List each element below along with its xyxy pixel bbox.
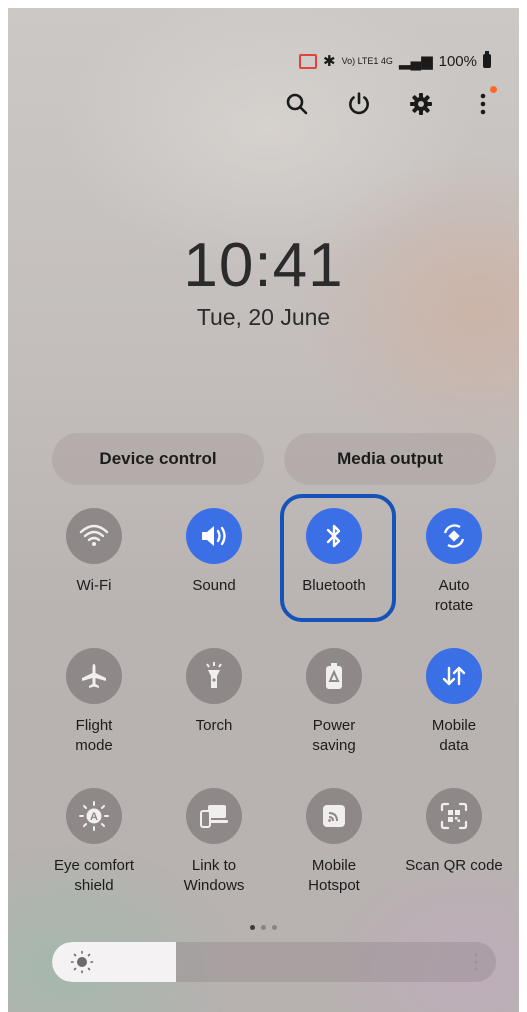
tile-sound[interactable]: Sound — [154, 508, 274, 596]
tile-torch[interactable]: Torch — [154, 648, 274, 736]
header-actions — [281, 86, 499, 120]
notification-dot — [490, 86, 497, 93]
brightness-slider[interactable] — [52, 942, 496, 982]
network-indicator: Vo) LTE1 4G — [341, 55, 393, 66]
tile-auto-rotate[interactable]: Auto rotate — [394, 508, 514, 616]
brightness-more-icon[interactable] — [474, 952, 478, 972]
tile-eye-comfort[interactable]: A Eye comfort shield — [34, 788, 154, 896]
clock-date: Tue, 20 June — [196, 304, 331, 330]
tile-label: Torch — [195, 717, 233, 734]
cast-icon — [298, 53, 317, 69]
signal-icon: ▂▄▆ — [398, 53, 433, 70]
link-windows-icon — [186, 788, 242, 844]
tile-label: Scan QR code — [405, 857, 503, 874]
tile-scan-qr[interactable]: Scan QR code — [394, 788, 514, 876]
tile-mobile-data[interactable]: Mobile data — [394, 648, 514, 756]
tile-label: Eye comfort shield — [53, 857, 135, 894]
svg-text:A: A — [90, 811, 98, 823]
more-vertical-icon[interactable] — [467, 86, 499, 120]
clock-time: 10:41 — [183, 231, 344, 300]
bluetooth-status-icon: ✱ — [322, 53, 336, 70]
tile-label: Link to Windows — [183, 857, 245, 894]
battery-icon — [483, 51, 491, 68]
settings-gear-icon[interactable] — [405, 88, 437, 120]
page-dot[interactable] — [250, 925, 255, 930]
tile-wifi[interactable]: Wi-Fi — [34, 508, 154, 596]
tile-label: Power saving — [312, 717, 356, 754]
tile-label: Flight mode — [75, 717, 113, 754]
tile-mobile-hotspot[interactable]: Mobile Hotspot — [274, 788, 394, 896]
airplane-icon — [66, 648, 122, 704]
tile-label: Auto rotate — [434, 577, 474, 614]
battery-percent: 100% — [438, 52, 477, 70]
hotspot-icon — [306, 788, 362, 844]
mobile-data-icon — [426, 648, 482, 704]
bluetooth-highlight-outline — [280, 494, 396, 622]
tile-link-to-windows[interactable]: Link to Windows — [154, 788, 274, 896]
wifi-icon — [66, 508, 122, 564]
page-dot[interactable] — [261, 925, 266, 930]
media-output-button[interactable]: Media output — [284, 433, 496, 485]
sound-icon — [186, 508, 242, 564]
search-icon[interactable] — [281, 88, 313, 120]
power-icon[interactable] — [343, 88, 375, 120]
status-bar: ✱ Vo) LTE1 4G ▂▄▆ 100% — [298, 51, 491, 70]
torch-icon — [186, 648, 242, 704]
eye-comfort-icon: A — [66, 788, 122, 844]
device-control-button[interactable]: Device control — [52, 433, 264, 485]
tile-flight-mode[interactable]: Flight mode — [34, 648, 154, 756]
quick-settings-panel: ✱ Vo) LTE1 4G ▂▄▆ 100% 10:41 Tue, 20 Jun… — [8, 8, 519, 1012]
qr-scan-icon — [426, 788, 482, 844]
sun-icon — [70, 950, 94, 974]
tile-label: Mobile Hotspot — [308, 857, 360, 894]
auto-rotate-icon — [426, 508, 482, 564]
tile-label: Wi-Fi — [76, 577, 112, 594]
tile-power-saving[interactable]: Power saving — [274, 648, 394, 756]
page-indicator — [8, 925, 519, 930]
page-dot[interactable] — [272, 925, 277, 930]
battery-saver-icon — [306, 648, 362, 704]
tile-label: Sound — [192, 577, 236, 594]
tile-label: Mobile data — [431, 717, 477, 754]
